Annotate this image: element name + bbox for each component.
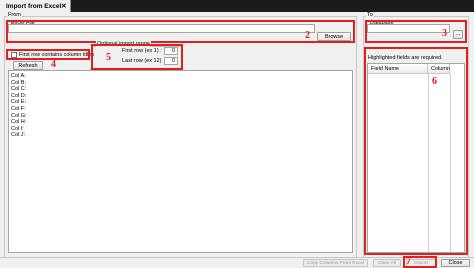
annotation-label-6: 5 [106,52,111,63]
to-group-caption: To [366,12,374,18]
refresh-button[interactable]: Refresh [13,61,43,70]
document-tab-strip: Import from Excel ✕ [0,0,474,12]
excel-column-item: Col B: [11,79,26,86]
excel-column-item: Col I: [11,125,24,132]
from-group-caption: From [7,12,22,18]
excel-column-item: Col G: [11,112,27,119]
annotation-label-2: 2 [305,30,310,41]
annotation-box-2 [6,20,355,43]
annotation-label-3: 3 [442,28,447,39]
annotation-box-6 [91,44,183,70]
excel-column-item: Col H: [11,119,27,126]
tab-import-from-excel[interactable]: Import from Excel ✕ [0,0,71,12]
close-icon[interactable]: ✕ [61,2,66,10]
clear-all-button[interactable]: Clear All [373,259,401,267]
tab-title: Import from Excel [6,2,62,10]
annotation-label-7: 7 [406,256,411,267]
excel-columns-list[interactable]: Col A: Col B: Col C: Col D: Col E: Col F: Col … [8,70,353,253]
annotation-box-4 [364,47,468,255]
excel-column-item: Col F: [11,105,26,112]
excel-column-item: Col J: [11,132,26,139]
excel-column-item: Col C: [11,86,27,93]
annotation-label-5: 4 [51,59,56,70]
excel-column-item: Col A: [11,73,26,79]
excel-column-item: Col D: [11,92,27,99]
annotation-label-4: 6 [432,76,437,87]
annotation-box-5 [6,49,90,60]
close-button[interactable]: Close [441,259,470,267]
copy-columns-button[interactable]: Copy Columns From Excel [303,259,368,267]
excel-columns-list-items: Col A: Col B: Col C: Col D: Col E: Col F: Col … [11,73,352,139]
annotation-box-3 [365,20,467,43]
excel-column-item: Col E: [11,99,26,106]
